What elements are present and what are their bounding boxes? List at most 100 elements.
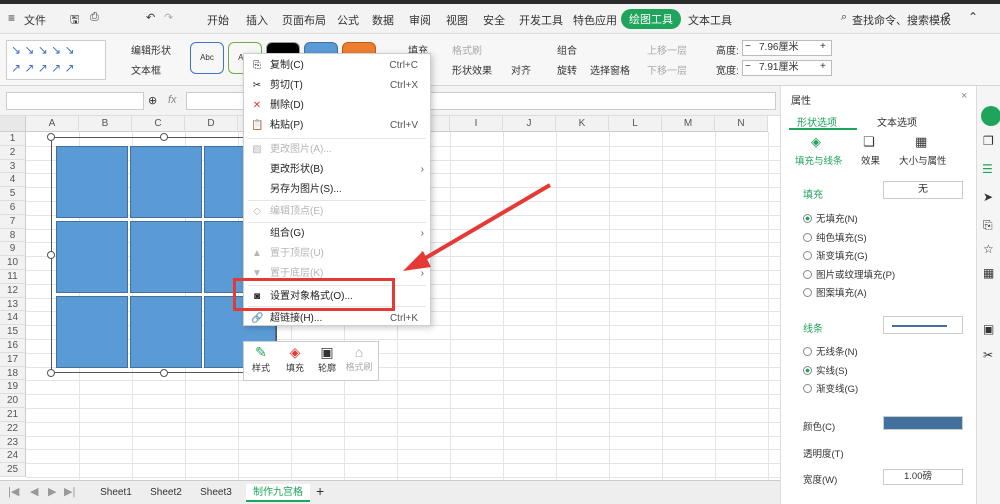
tab-drawing-tools[interactable]: 绘图工具 xyxy=(621,9,681,29)
help-icon[interactable]: ? xyxy=(943,10,950,24)
prev-sheet-icon[interactable]: ◀ xyxy=(30,485,38,498)
fill-option-radio[interactable]: 图片或纹理填充(P) xyxy=(803,267,895,281)
save-icon[interactable]: 🖫 xyxy=(70,11,79,30)
first-sheet-icon[interactable]: |◀ xyxy=(8,485,19,498)
tab-data[interactable]: 数据 xyxy=(372,12,394,28)
column-header[interactable]: I xyxy=(450,116,503,132)
select-all-corner[interactable] xyxy=(0,116,26,132)
width-input[interactable]: 7.91厘米 xyxy=(742,60,832,76)
tab-review[interactable]: 审阅 xyxy=(409,12,431,28)
row-header[interactable]: 24 xyxy=(0,449,26,464)
context-menu-item[interactable]: 🔗 超链接(H)... Ctrl+K xyxy=(244,309,430,329)
grid-tile-shape[interactable] xyxy=(56,221,128,293)
grid-tile-shape[interactable] xyxy=(56,146,128,218)
row-header[interactable]: 9 xyxy=(0,242,26,257)
row-header[interactable]: 8 xyxy=(0,228,26,243)
mini-style-button[interactable]: ✎ 样式 xyxy=(246,344,276,374)
column-header[interactable]: D xyxy=(185,116,238,132)
tab-view[interactable]: 视图 xyxy=(446,12,468,28)
shape-gallery[interactable]: ↘ ↘ ↘ ↘ ↘ ↗ ↗ ↗ ↗ ↗ xyxy=(6,40,106,80)
tab-features[interactable]: 特色应用 xyxy=(573,12,617,28)
menu-icon[interactable]: ≡ xyxy=(8,11,15,25)
row-header[interactable]: 19 xyxy=(0,380,26,395)
resize-handle[interactable] xyxy=(47,251,55,259)
grid-icon[interactable]: ▦ xyxy=(983,266,994,280)
search-command[interactable]: 查找命令、搜索模板 xyxy=(852,12,951,28)
undo-icon[interactable]: ↶ xyxy=(146,11,155,24)
tab-text-options[interactable]: 文本选项 xyxy=(877,114,917,129)
add-sheet-button[interactable]: + xyxy=(316,483,324,499)
subtab-fill-line[interactable]: 填充与线条 xyxy=(795,153,843,167)
fill-option-radio[interactable]: 无填充(N) xyxy=(803,211,858,225)
row-header[interactable]: 17 xyxy=(0,352,26,367)
name-box[interactable] xyxy=(6,92,144,110)
column-header[interactable]: B xyxy=(79,116,132,132)
tab-security[interactable]: 安全 xyxy=(483,12,505,28)
copy-style-icon[interactable]: ⎘ xyxy=(983,218,993,233)
subtab-effects[interactable]: 效果 xyxy=(861,153,880,167)
select-pane-button[interactable]: 选择窗格 xyxy=(590,62,630,77)
align-button[interactable]: 对齐 xyxy=(511,62,531,77)
row-header[interactable]: 21 xyxy=(0,408,26,422)
last-sheet-icon[interactable]: ▶| xyxy=(64,485,75,498)
shapes-icon[interactable]: ❐ xyxy=(983,134,994,148)
column-header[interactable]: N xyxy=(715,116,768,132)
context-menu-item[interactable]: ✂ 剪切(T) Ctrl+X xyxy=(244,76,430,96)
star-icon[interactable]: ☆ xyxy=(983,242,994,256)
tab-start[interactable]: 开始 xyxy=(207,12,229,28)
context-menu-item[interactable]: 📋 粘贴(P) Ctrl+V xyxy=(244,116,430,136)
tab-developer[interactable]: 开发工具 xyxy=(519,12,563,28)
row-header[interactable]: 3 xyxy=(0,159,26,174)
grid-tile-shape[interactable] xyxy=(130,146,202,218)
height-minus-icon[interactable]: − xyxy=(745,41,751,52)
column-header[interactable]: A xyxy=(26,116,79,132)
tab-formula[interactable]: 公式 xyxy=(337,12,359,28)
resize-handle[interactable] xyxy=(47,133,55,141)
textbox-button[interactable]: 文本框 xyxy=(131,62,161,77)
sheet-tab[interactable]: Sheet2 xyxy=(142,484,190,502)
column-header[interactable]: J xyxy=(503,116,556,132)
print-icon[interactable]: ⎙ xyxy=(90,11,99,24)
file-menu[interactable]: 文件 xyxy=(24,12,46,28)
row-header[interactable]: 25 xyxy=(0,463,26,477)
context-menu-item[interactable]: ✕ 删除(D) xyxy=(244,96,430,116)
height-plus-icon[interactable]: + xyxy=(820,41,826,52)
row-header[interactable]: 2 xyxy=(0,145,26,160)
column-header[interactable]: L xyxy=(609,116,662,132)
fill-option-radio[interactable]: 纯色填充(S) xyxy=(803,230,867,244)
avatar[interactable] xyxy=(981,106,1000,126)
tab-text-tools[interactable]: 文本工具 xyxy=(688,12,732,28)
tab-shape-options[interactable]: 形状选项 xyxy=(797,114,837,129)
subtab-size[interactable]: 大小与属性 xyxy=(899,153,947,167)
row-header[interactable]: 14 xyxy=(0,311,26,326)
context-menu-item[interactable]: ⎘ 复制(C) Ctrl+C xyxy=(244,56,430,76)
row-header[interactable]: 11 xyxy=(0,270,26,284)
line-option-radio[interactable]: 实线(S) xyxy=(803,363,848,377)
resize-handle[interactable] xyxy=(47,369,55,377)
tools-icon[interactable]: ✂ xyxy=(983,348,993,362)
fill-dropdown[interactable]: 无 xyxy=(883,181,963,199)
cursor-icon[interactable]: ➤ xyxy=(983,190,993,204)
tab-insert[interactable]: 插入 xyxy=(246,12,268,28)
resize-handle[interactable] xyxy=(160,369,168,377)
redo-icon[interactable]: ↷ xyxy=(164,11,173,24)
grid-tile-shape[interactable] xyxy=(130,221,202,293)
shape-effects-button[interactable]: 形状效果 xyxy=(452,62,492,77)
grid-tile-shape[interactable] xyxy=(130,296,202,368)
height-input[interactable]: 7.96厘米 xyxy=(742,40,832,56)
next-sheet-icon[interactable]: ▶ xyxy=(48,485,56,498)
properties-icon[interactable]: ☰ xyxy=(982,162,993,176)
row-header[interactable]: 1 xyxy=(0,132,26,146)
rotate-button[interactable]: 旋转 xyxy=(557,62,577,77)
style-preset-1[interactable]: Abc xyxy=(190,42,224,74)
resize-handle[interactable] xyxy=(160,133,168,141)
image-icon[interactable]: ▣ xyxy=(983,322,994,336)
line-option-radio[interactable]: 渐变线(G) xyxy=(803,381,858,395)
row-header[interactable]: 12 xyxy=(0,283,26,298)
row-header[interactable]: 13 xyxy=(0,297,26,312)
search-icon[interactable]: ⌕ xyxy=(841,11,847,24)
tab-page-layout[interactable]: 页面布局 xyxy=(282,12,326,28)
grid-tile-shape[interactable] xyxy=(56,296,128,368)
row-header[interactable]: 5 xyxy=(0,187,26,201)
width-minus-icon[interactable]: − xyxy=(745,61,751,72)
